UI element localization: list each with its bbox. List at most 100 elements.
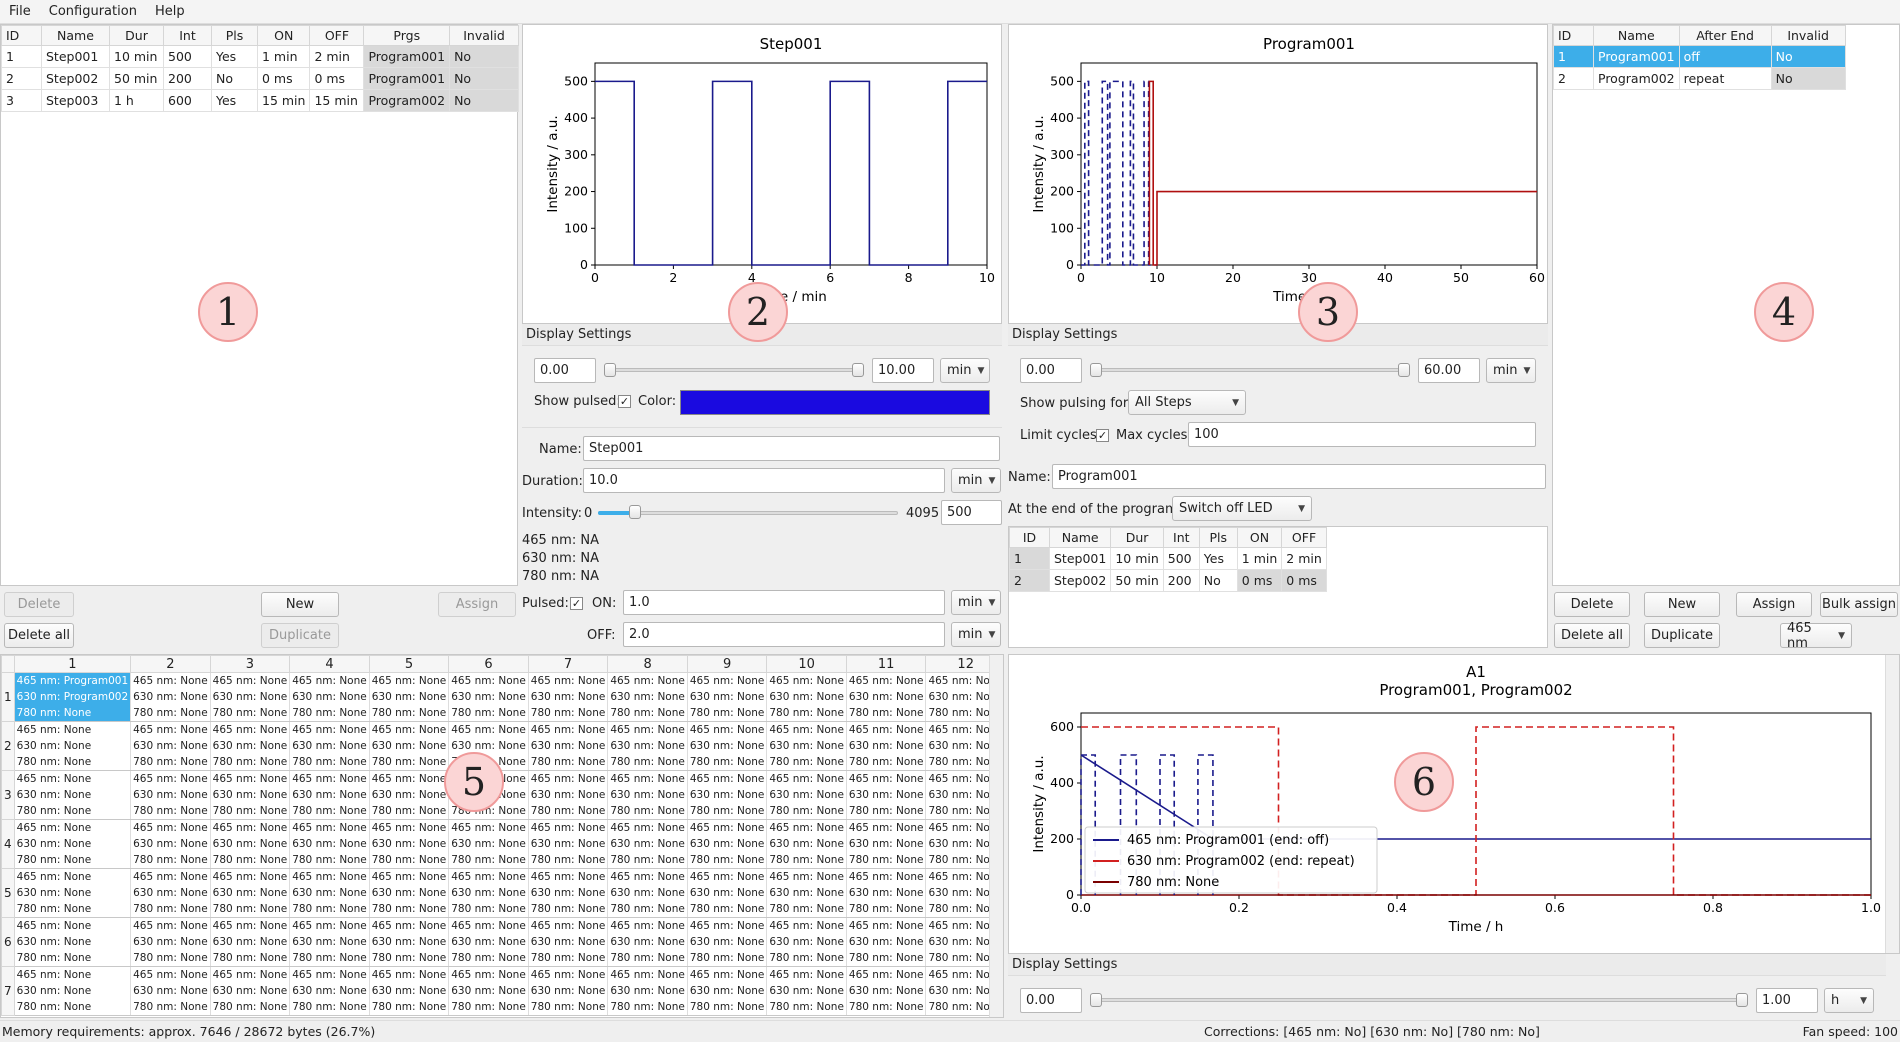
well-cell-line[interactable]: 465 nm: None <box>369 868 450 885</box>
well-cell-line[interactable]: 780 nm: None <box>210 999 291 1016</box>
well-cell-line[interactable]: 465 nm: None <box>448 721 529 738</box>
well-cell-line[interactable]: 630 nm: None <box>369 787 450 803</box>
wavelength-select[interactable]: 465 nm ▼ <box>1780 621 1852 651</box>
step-new-button[interactable]: New <box>261 592 339 617</box>
well-cell-line[interactable]: 780 nm: None <box>130 705 211 722</box>
col-name[interactable]: Name <box>41 25 110 46</box>
wells-row-header[interactable]: 1 <box>1 672 15 722</box>
well-cell-line[interactable]: 780 nm: None <box>14 705 132 722</box>
well-cell-line[interactable]: 465 nm: None <box>528 819 609 836</box>
table-cell[interactable]: No <box>449 89 519 112</box>
table-cell[interactable]: 500 <box>1162 547 1200 570</box>
well-cell-line[interactable]: 630 nm: None <box>687 689 768 705</box>
step-duplicate-button[interactable]: Duplicate <box>261 623 339 648</box>
table-cell[interactable]: Program001 <box>363 67 451 90</box>
well-cell-line[interactable]: 630 nm: None <box>448 689 529 705</box>
step-range-unit-select[interactable]: min ▼ <box>940 358 990 383</box>
wells-column-header[interactable]: 3 <box>209 655 291 673</box>
table-cell[interactable]: 0 ms <box>309 67 365 90</box>
table-cell[interactable]: Step003 <box>41 89 110 112</box>
well-cell-line[interactable]: 465 nm: None <box>846 672 927 689</box>
table-cell[interactable]: 2 <box>1009 569 1050 592</box>
well-cell-line[interactable]: 465 nm: None <box>766 721 847 738</box>
step-assign-button[interactable]: Assign <box>438 592 516 617</box>
table-row[interactable]: 1 Program001 off No <box>1553 45 1846 68</box>
well-cell-line[interactable]: 465 nm: None <box>846 966 927 983</box>
col-pls[interactable]: Pls <box>1198 527 1238 548</box>
step-delete-all-button[interactable]: Delete all <box>4 623 74 648</box>
well-cell-line[interactable]: 780 nm: None <box>607 754 688 771</box>
col-invalid[interactable]: Invalid <box>449 25 519 46</box>
well-cell-line[interactable]: 630 nm: Program002 <box>14 689 132 705</box>
well-cell-line[interactable]: 780 nm: None <box>766 950 847 967</box>
well-cell-line[interactable]: 630 nm: None <box>687 934 768 950</box>
well-cell-line[interactable]: 630 nm: None <box>369 934 450 950</box>
well-cell-line[interactable]: 780 nm: None <box>528 803 609 820</box>
well-cell-line[interactable]: 465 nm: None <box>289 917 370 934</box>
intensity-slider[interactable] <box>598 511 898 515</box>
well-cell-line[interactable]: 465 nm: None <box>687 672 768 689</box>
program-end-select[interactable]: Switch off LED ▼ <box>1172 496 1312 521</box>
well-cell-line[interactable]: 465 nm: None <box>607 917 688 934</box>
well-cell-line[interactable]: 465 nm: None <box>687 966 768 983</box>
wells-row-header[interactable]: 3 <box>1 770 15 820</box>
well-cell-line[interactable]: 630 nm: None <box>369 836 450 852</box>
well-cell-line[interactable]: 465 nm: None <box>130 917 211 934</box>
color-swatch-button[interactable] <box>680 390 990 415</box>
well-cell-line[interactable]: 780 nm: None <box>528 852 609 869</box>
well-cell-line[interactable]: 780 nm: None <box>846 999 927 1016</box>
well-cell-line[interactable]: 780 nm: None <box>846 852 927 869</box>
table-cell[interactable]: Step002 <box>41 67 110 90</box>
table-cell[interactable]: 1 min <box>1236 547 1283 570</box>
well-cell-line[interactable]: 630 nm: None <box>846 689 927 705</box>
program-range-min-input[interactable]: 0.00 <box>1020 358 1082 383</box>
well-cell-line[interactable]: 780 nm: None <box>687 754 768 771</box>
well-cell-line[interactable]: 630 nm: None <box>130 934 211 950</box>
well-cell-line[interactable]: 780 nm: None <box>607 852 688 869</box>
well-cell-line[interactable]: 780 nm: None <box>766 754 847 771</box>
well-cell-line[interactable]: 465 nm: None <box>130 770 211 787</box>
well-cell-line[interactable]: 780 nm: None <box>846 803 927 820</box>
well-cell-line[interactable]: 630 nm: None <box>210 885 291 901</box>
well-cell-line[interactable]: 465 nm: None <box>289 721 370 738</box>
well-cell-line[interactable]: 465 nm: None <box>14 770 132 787</box>
well-cell-line[interactable]: 630 nm: None <box>528 934 609 950</box>
table-cell[interactable]: Program001 <box>363 45 451 68</box>
wells-column-header[interactable]: 6 <box>448 655 529 673</box>
well-cell-line[interactable]: 465 nm: None <box>14 721 132 738</box>
well-cell-line[interactable]: 780 nm: None <box>369 999 450 1016</box>
well-cell-line[interactable]: 630 nm: None <box>289 885 370 901</box>
table-row[interactable]: 3 Step003 1 h 600 Yes 15 min 15 min Program002 N… <box>1 89 519 112</box>
wells-column-header[interactable]: 4 <box>289 655 370 673</box>
well-range-slider[interactable] <box>1094 998 1746 1002</box>
wells-column-header[interactable]: 2 <box>130 655 211 673</box>
wells-column-header[interactable]: 11 <box>845 655 927 673</box>
well-cell-line[interactable]: 465 nm: None <box>687 721 768 738</box>
well-cell-line[interactable]: 780 nm: None <box>448 852 529 869</box>
step-range-thumb-min[interactable] <box>604 363 616 377</box>
well-cell-line[interactable]: 780 nm: None <box>289 705 370 722</box>
table-cell[interactable]: Yes <box>211 89 258 112</box>
well-cell-line[interactable]: 465 nm: None <box>369 917 450 934</box>
well-cell-line[interactable]: 630 nm: None <box>369 983 450 999</box>
well-cell-line[interactable]: 630 nm: None <box>369 738 450 754</box>
well-cell-line[interactable]: 630 nm: None <box>14 787 132 803</box>
table-cell[interactable]: Step001 <box>41 45 110 68</box>
well-cell-line[interactable]: 465 nm: None <box>607 721 688 738</box>
col-invalid[interactable]: Invalid <box>1770 25 1846 46</box>
well-cell-line[interactable]: 465 nm: None <box>448 819 529 836</box>
well-cell-line[interactable]: 780 nm: None <box>846 901 927 918</box>
well-cell-line[interactable]: 780 nm: None <box>766 803 847 820</box>
well-cell-line[interactable]: 780 nm: None <box>289 901 370 918</box>
well-cell-line[interactable]: 630 nm: None <box>130 836 211 852</box>
table-cell[interactable]: 600 <box>163 89 212 112</box>
well-cell-line[interactable]: 630 nm: None <box>766 689 847 705</box>
well-cell-line[interactable]: 465 nm: None <box>210 721 291 738</box>
step-range-thumb-max[interactable] <box>852 363 864 377</box>
well-chart-scrollbar[interactable] <box>1885 655 1899 953</box>
well-cell-line[interactable]: 780 nm: None <box>687 705 768 722</box>
program-range-max-input[interactable]: 60.00 <box>1418 358 1480 383</box>
table-cell[interactable]: No <box>449 45 519 68</box>
well-cell-line[interactable]: 465 nm: None <box>766 770 847 787</box>
well-cell-line[interactable]: 780 nm: None <box>210 950 291 967</box>
